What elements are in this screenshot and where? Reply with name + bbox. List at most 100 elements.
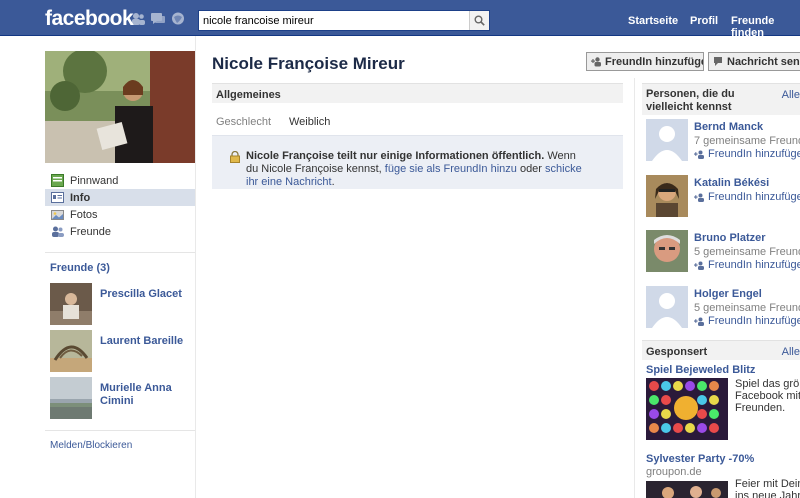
add-friend-link[interactable]: FreundIn hinzufügen [694,148,800,160]
mutual-friends[interactable]: 5 gemeinsame Freunde [694,302,800,314]
info-icon [51,191,64,204]
facebook-logo[interactable]: facebook [45,7,134,31]
messages-jewel-icon[interactable] [151,12,165,25]
pymk-heading: Personen, die du vielleicht kennst Alle [642,83,800,115]
friend-name[interactable]: Laurent Bareille [100,335,195,348]
pymk-see-all-link[interactable]: Alle [782,89,800,102]
pymk-item: Bernd Manck 7 gemeinsame Freunde FreundI… [646,119,800,163]
notice-text: . [331,176,335,188]
person-avatar[interactable] [646,175,688,217]
sidebar-item-wall[interactable]: Pinnwand [45,172,195,189]
page-title: Nicole Françoise Mireur [212,54,405,73]
add-friend-button[interactable]: FreundIn hinzufügen [586,52,704,71]
mutual-friends[interactable]: 7 gemeinsame Freunde [694,135,800,147]
top-bar: facebook Startseite Profil Freunde finde… [0,0,800,39]
sidebar-item-photos[interactable]: Fotos [45,206,195,223]
sponsored-heading: Gesponsert Alle [642,340,800,360]
person-name[interactable]: Holger Engel [694,288,762,300]
ad-text: Spiel das größte Facebook mit de Freunde… [735,378,800,414]
ad-text-line: Spiel das größte [735,378,800,390]
person-name[interactable]: Katalin Békési [694,177,769,189]
add-friend-link[interactable]: FreundIn hinzufügen [694,191,800,203]
friends-icon [51,225,64,238]
search-button[interactable] [469,11,489,30]
add-friend-link-label: FreundIn hinzufügen [708,259,800,271]
friend-item[interactable]: Murielle Anna Cimini [50,377,195,421]
ad-text-line: Feier mit Deinen [735,478,800,490]
sidebar-item-friends[interactable]: Freunde [45,223,195,240]
report-block-link[interactable]: Melden/Blockieren [50,440,132,451]
send-message-label: Nachricht senden [727,55,800,68]
mutual-friends[interactable]: 5 gemeinsame Freunde [694,246,800,258]
friend-avatar[interactable] [50,283,92,325]
message-icon [713,56,724,67]
add-friend-link[interactable]: FreundIn hinzufügen [694,315,800,327]
person-name[interactable]: Bernd Manck [694,121,763,133]
friend-name[interactable]: Prescilla Glacet [100,288,195,301]
add-friend-icon [694,193,705,202]
wall-icon [51,174,64,187]
person-avatar[interactable] [646,286,688,328]
sponsored-see-all-link[interactable]: Alle [782,346,800,358]
notice-bold: Nicole Françoise teilt nur einige Inform… [246,150,545,162]
add-friend-icon [591,56,602,67]
person-avatar[interactable] [646,230,688,272]
column-divider [634,78,635,498]
ad-title[interactable]: Sylvester Party -70% [646,453,754,465]
add-friend-link-label: FreundIn hinzufügen [708,148,800,160]
pymk-item: Bruno Platzer 5 gemeinsame Freunde Freun… [646,230,800,274]
person-avatar[interactable] [646,119,688,161]
profile-picture[interactable] [45,51,195,163]
search-box [198,10,490,31]
sidebar-item-info[interactable]: Info [45,189,195,206]
sidebar-item-label: Pinnwand [70,174,119,187]
divider [45,430,195,431]
add-friend-icon [694,150,705,159]
friend-avatar[interactable] [50,330,92,372]
photos-icon [51,208,64,221]
ad-title[interactable]: Spiel Bejeweled Blitz [646,364,755,376]
ad-text: Feier mit Deinen ins neue Jahr in [735,478,800,498]
column-divider [195,36,196,498]
pymk-heading-text: Personen, die du vielleicht kennst [646,88,735,113]
add-friend-label: FreundIn hinzufügen [605,55,704,68]
sidebar-item-label: Fotos [70,208,98,221]
add-friend-link-label: FreundIn hinzufügen [708,315,800,327]
gender-label: Geschlecht [216,116,272,128]
add-friend-icon [694,317,705,326]
search-icon [474,15,485,26]
lock-icon [229,150,241,163]
sidebar-item-label: Info [70,191,91,204]
friend-avatar[interactable] [50,377,92,419]
notice-text: oder [516,163,546,175]
friend-item[interactable]: Prescilla Glacet [50,283,195,327]
friend-name[interactable]: Murielle Anna Cimini [100,382,195,408]
search-input[interactable] [199,11,464,30]
ad-domain: groupon.de [646,466,702,478]
pymk-item: Holger Engel 5 gemeinsame Freunde Freund… [646,286,800,330]
nav-home-link[interactable]: Startseite [628,15,678,27]
person-name[interactable]: Bruno Platzer [694,232,766,244]
notifications-jewel-icon[interactable] [171,12,185,25]
friend-item[interactable]: Laurent Bareille [50,330,195,374]
privacy-notice-text: Nicole Françoise teilt nur einige Inform… [246,150,586,189]
pymk-item: Katalin Békési FreundIn hinzufügen [646,175,800,219]
friends-heading[interactable]: Freunde (3) [50,262,110,274]
ad-image[interactable] [646,481,728,498]
nav-profile-link[interactable]: Profil [690,15,718,27]
friends-jewel-icon[interactable] [131,12,145,25]
add-as-friend-link[interactable]: füge sie als FreundIn hinzu [385,163,517,175]
privacy-notice: Nicole Françoise teilt nur einige Inform… [212,135,623,189]
gender-value: Weiblich [289,116,331,128]
section-heading: Allgemeines [212,83,623,103]
ad-text-line: ins neue Jahr in [735,490,800,498]
ad-text-line: Freunden. [735,402,786,414]
send-message-button[interactable]: Nachricht senden [708,52,800,71]
add-friend-link-label: FreundIn hinzufügen [708,191,800,203]
divider [45,252,195,253]
nav-find-friends-link[interactable]: Freunde finden [731,15,800,39]
add-friend-icon [694,261,705,270]
sponsored-heading-text: Gesponsert [646,346,708,358]
add-friend-link[interactable]: FreundIn hinzufügen [694,259,800,271]
ad-image[interactable] [646,378,728,440]
